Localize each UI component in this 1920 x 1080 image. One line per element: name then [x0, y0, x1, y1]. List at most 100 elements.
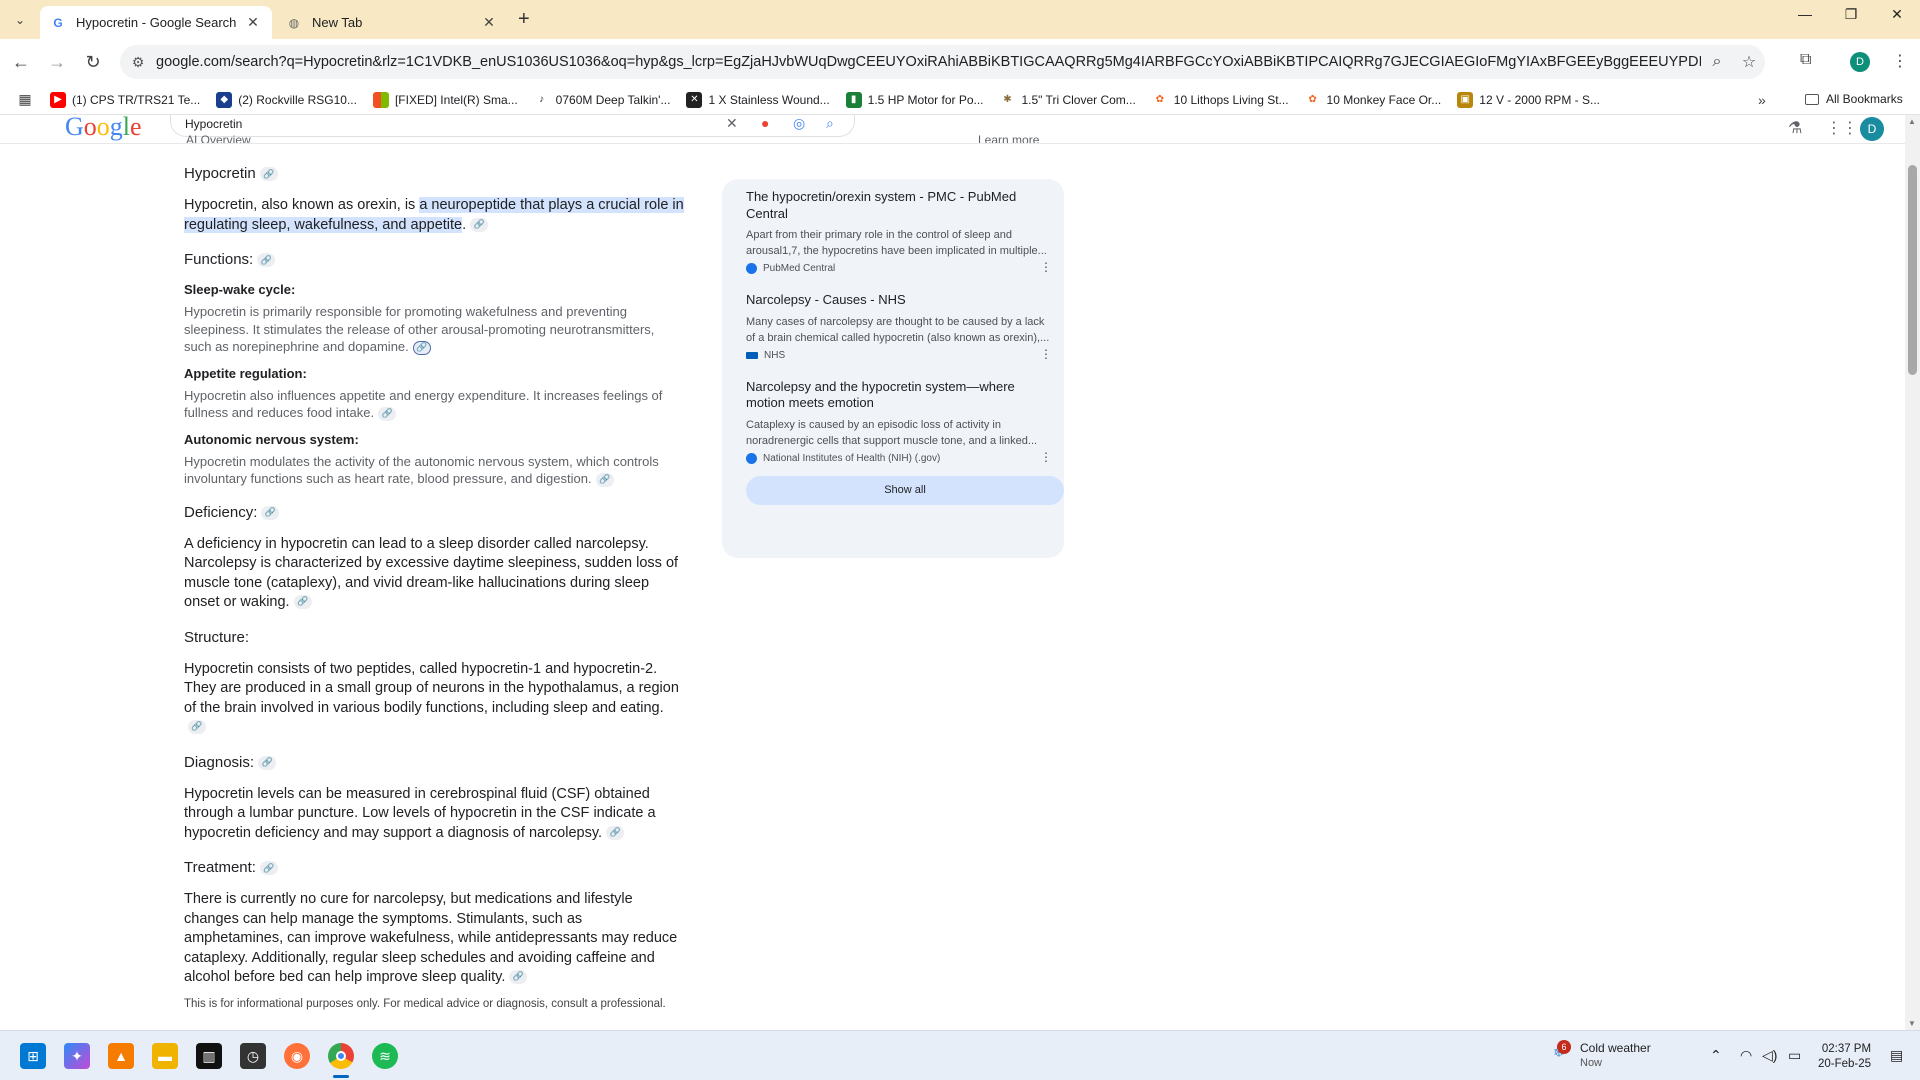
- extensions-icon[interactable]: ⧉: [1800, 51, 1811, 69]
- mic-icon[interactable]: ●: [761, 115, 769, 131]
- search-box[interactable]: Hypocretin ✕ ● ◎ ⌕: [170, 115, 855, 137]
- labs-icon[interactable]: ⚗: [1788, 118, 1802, 138]
- more-options-icon[interactable]: ⋮: [1040, 260, 1052, 274]
- address-bar[interactable]: ⚙ google.com/search?q=Hypocretin&rlz=1C1…: [120, 45, 1765, 79]
- link-icon[interactable]: 🔗: [261, 505, 280, 520]
- weather-widget[interactable]: Cold weather Now: [1580, 1041, 1651, 1069]
- link-icon[interactable]: 🔗: [606, 825, 625, 840]
- link-icon[interactable]: 🔗: [258, 755, 277, 770]
- chrome-icon[interactable]: [328, 1043, 354, 1069]
- bookmark-item[interactable]: ✱ 1.5" Tri Clover Com...: [999, 91, 1136, 108]
- profile-avatar[interactable]: D: [1850, 52, 1870, 72]
- clock-app-icon[interactable]: ◷: [240, 1043, 266, 1069]
- restore-icon[interactable]: ❐: [1836, 6, 1866, 23]
- treatment-text: There is currently no cure for narcoleps…: [184, 891, 678, 985]
- account-avatar[interactable]: D: [1860, 117, 1884, 141]
- chrome-icon: ◍: [288, 15, 300, 30]
- tab-search-icon[interactable]: ⌄: [8, 8, 32, 32]
- copilot-icon[interactable]: ✦: [64, 1043, 90, 1069]
- all-bookmarks-button[interactable]: All Bookmarks: [1805, 92, 1903, 106]
- link-icon[interactable]: 🔗: [293, 595, 312, 610]
- weather-sub: Now: [1580, 1057, 1603, 1069]
- function-text: Hypocretin modulates the activity of the…: [184, 453, 659, 487]
- link-icon[interactable]: 🔗: [378, 406, 397, 421]
- more-options-icon[interactable]: ⋮: [1040, 347, 1052, 361]
- source-card[interactable]: Narcolepsy - Causes - NHS Many cases of …: [734, 292, 1052, 361]
- scroll-down-icon[interactable]: ▼: [1908, 1019, 1916, 1028]
- bookmark-item[interactable]: ▮ 1.5 HP Motor for Po...: [845, 91, 984, 108]
- tray-chevron-icon[interactable]: ⌃: [1710, 1047, 1722, 1064]
- tab-hypocretin[interactable]: G Hypocretin - Google Search ✕: [40, 6, 272, 39]
- close-window-icon[interactable]: ✕: [1882, 6, 1912, 23]
- wifi-icon[interactable]: ◠: [1740, 1047, 1752, 1064]
- apps-icon[interactable]: ⋮⋮: [1826, 118, 1858, 138]
- bookmark-item[interactable]: ♪ 0760M Deep Talkin'...: [533, 91, 670, 108]
- bookmark-item[interactable]: ▶ (1) CPS TR/TRS21 Te...: [50, 91, 200, 108]
- learn-more-link[interactable]: Learn more: [978, 133, 1039, 143]
- show-all-button[interactable]: Show all: [746, 475, 1064, 505]
- reload-icon[interactable]: ↻: [80, 49, 106, 75]
- scrollbar-thumb[interactable]: [1908, 165, 1917, 375]
- link-icon[interactable]: 🔗: [257, 253, 276, 268]
- link-icon[interactable]: 🔗: [259, 167, 278, 182]
- notifications-icon[interactable]: ▤: [1890, 1047, 1903, 1064]
- bookmark-item[interactable]: ✿ 10 Lithops Living St...: [1151, 91, 1289, 108]
- menu-dots-icon[interactable]: ⋮: [1892, 51, 1908, 71]
- vlc-icon[interactable]: ▲: [108, 1043, 134, 1069]
- source-snippet: Cataplexy is caused by an episodic loss …: [746, 418, 1038, 447]
- apps-grid-icon[interactable]: ▦: [0, 91, 50, 108]
- source-card[interactable]: Narcolepsy and the hypocretin system—whe…: [734, 379, 1052, 464]
- forward-arrow-icon[interactable]: →: [44, 49, 70, 75]
- tab-title: New Tab: [312, 15, 363, 30]
- site-info-icon[interactable]: ⚙: [120, 54, 156, 71]
- close-tab-icon[interactable]: ✕: [244, 14, 262, 31]
- shop-icon: ▣: [1457, 91, 1474, 108]
- link-icon[interactable]: 🔗: [595, 472, 614, 487]
- search-icon[interactable]: ⌕: [826, 115, 834, 132]
- link-icon[interactable]: 🔗: [470, 217, 489, 232]
- weather-badge: 6: [1557, 1040, 1571, 1054]
- zoom-icon[interactable]: ⌕: [1701, 53, 1733, 71]
- tab-new-tab[interactable]: ◍ New Tab ✕: [276, 6, 508, 39]
- close-tab-icon[interactable]: ✕: [480, 14, 498, 31]
- back-arrow-icon[interactable]: ←: [8, 49, 34, 75]
- link-icon[interactable]: 🔗: [412, 340, 431, 355]
- clear-icon[interactable]: ✕: [726, 115, 738, 132]
- chrome-center-icon: [336, 1051, 346, 1061]
- url-text[interactable]: google.com/search?q=Hypocretin&rlz=1C1VD…: [156, 54, 1701, 70]
- firefox-icon[interactable]: ◉: [284, 1043, 310, 1069]
- bookmark-star-icon[interactable]: ☆: [1733, 52, 1765, 72]
- battery-icon[interactable]: ▭: [1788, 1047, 1801, 1064]
- more-bookmarks-icon[interactable]: »: [1758, 92, 1766, 108]
- search-query[interactable]: Hypocretin: [185, 117, 242, 131]
- bookmarks-bar: ▦ ▶ (1) CPS TR/TRS21 Te... ◆ (2) Rockville…: [0, 85, 1920, 115]
- source-title[interactable]: Narcolepsy and the hypocretin system—whe…: [746, 379, 1052, 412]
- music-icon: ♪: [533, 91, 550, 108]
- source-title[interactable]: Narcolepsy - Causes - NHS: [746, 292, 1052, 309]
- new-tab-button[interactable]: +: [518, 8, 530, 31]
- bookmark-item[interactable]: ▣ 12 V - 2000 RPM - S...: [1457, 91, 1600, 108]
- more-options-icon[interactable]: ⋮: [1040, 450, 1052, 464]
- start-icon[interactable]: ⊞: [20, 1043, 46, 1069]
- bookmark-item[interactable]: [FIXED] Intel(R) Sma...: [372, 91, 518, 108]
- audio-app-icon[interactable]: ▥: [196, 1043, 222, 1069]
- link-icon[interactable]: 🔗: [509, 970, 528, 985]
- spotify-icon[interactable]: ≋: [372, 1043, 398, 1069]
- page-scrollbar[interactable]: ▲ ▼: [1905, 115, 1920, 1030]
- bookmark-item[interactable]: ✿ 10 Monkey Face Or...: [1304, 91, 1441, 108]
- weather-title: Cold weather: [1580, 1041, 1651, 1055]
- folder-icon: [1805, 93, 1819, 105]
- google-logo[interactable]: Google: [65, 115, 142, 142]
- minimize-icon[interactable]: —: [1790, 6, 1820, 22]
- link-icon[interactable]: 🔗: [188, 720, 206, 735]
- system-clock[interactable]: 02:37 PM 20-Feb-25: [1818, 1042, 1871, 1072]
- lens-icon[interactable]: ◎: [793, 115, 805, 132]
- link-icon[interactable]: 🔗: [259, 861, 278, 876]
- file-explorer-icon[interactable]: ▬: [152, 1043, 178, 1069]
- volume-icon[interactable]: ◁): [1762, 1047, 1777, 1064]
- bookmark-item[interactable]: ✕ 1 X Stainless Wound...: [686, 91, 830, 108]
- source-title[interactable]: The hypocretin/orexin system - PMC - Pub…: [746, 189, 1052, 222]
- bookmark-item[interactable]: ◆ (2) Rockville RSG10...: [216, 91, 357, 108]
- source-card[interactable]: The hypocretin/orexin system - PMC - Pub…: [734, 189, 1052, 274]
- scroll-up-icon[interactable]: ▲: [1908, 117, 1916, 126]
